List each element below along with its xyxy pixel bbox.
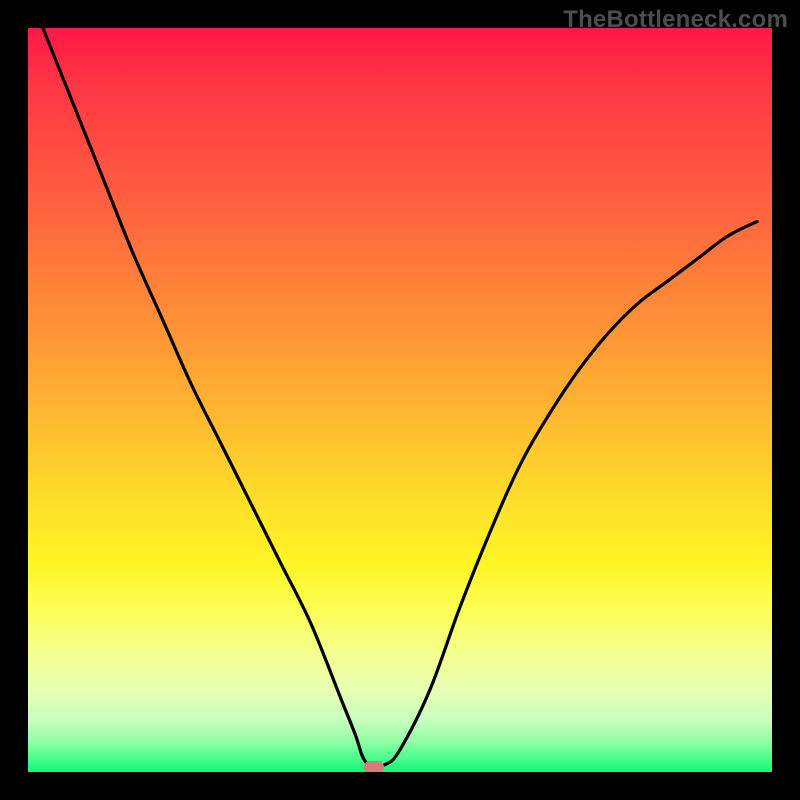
watermark-text: TheBottleneck.com [563, 6, 788, 34]
plot-area [28, 28, 772, 772]
chart-frame: TheBottleneck.com [0, 0, 800, 800]
bottleneck-curve [28, 28, 772, 772]
optimal-point-marker [364, 761, 384, 772]
